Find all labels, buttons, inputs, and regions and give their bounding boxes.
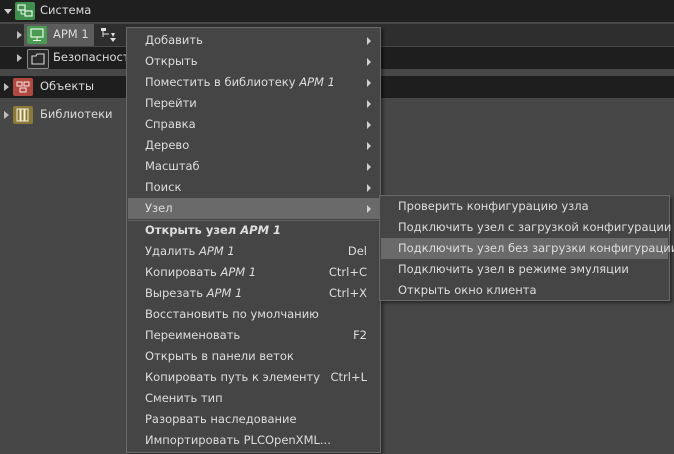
submenu-arrow-icon <box>367 163 371 171</box>
workstation-icon <box>27 26 47 44</box>
menu-item-kopirovat[interactable]: Копировать АРМ 1 Ctrl+C <box>128 262 379 283</box>
menu-item-poisk[interactable]: Поиск <box>128 177 379 198</box>
tree-label-bezopasnost: Безопасность <box>53 50 137 64</box>
menu-item-razorvat-nasledovanie[interactable]: Разорвать наследование <box>128 409 379 430</box>
menu-item-otkryt-v-paneli[interactable]: Открыть в панели веток <box>128 346 379 367</box>
submenu-item-podklyuchit-emulyatsiya[interactable]: Подключить узел в режиме эмуляции <box>381 259 668 280</box>
menu-item-pereyti[interactable]: Перейти <box>128 93 379 114</box>
submenu-item-proverit-konfiguratsiyu[interactable]: Проверить конфигурацию узла <box>381 196 668 217</box>
expand-arrow-icon[interactable] <box>4 111 9 119</box>
submenu-arrow-icon <box>367 100 371 108</box>
submenu-arrow-icon <box>367 79 371 87</box>
menu-item-dobavit[interactable]: Добавить <box>128 30 379 51</box>
expand-arrow-icon[interactable] <box>4 83 9 91</box>
menu-item-kopirovat-put[interactable]: Копировать путь к элементу Ctrl+L <box>128 367 379 388</box>
expand-arrow-icon[interactable] <box>17 54 22 62</box>
menu-item-importirovat[interactable]: Импортировать PLCOpenXML... <box>128 430 379 451</box>
menu-item-otkryt[interactable]: Открыть <box>128 51 379 72</box>
menu-item-derevo[interactable]: Дерево <box>128 135 379 156</box>
submenu-arrow-icon <box>367 142 371 150</box>
shortcut-label: Del <box>347 244 367 258</box>
menu-item-vyrezat[interactable]: Вырезать АРМ 1 Ctrl+X <box>128 283 379 304</box>
submenu-arrow-icon <box>367 184 371 192</box>
tree-item-sistema[interactable]: Система <box>0 0 674 22</box>
menu-item-pomestit-v-biblioteku[interactable]: Поместить в библиотеку АРМ 1 <box>128 72 379 93</box>
hierarchy-action-icon[interactable] <box>100 27 118 43</box>
menu-item-pereimenovat[interactable]: Переименовать F2 <box>128 325 379 346</box>
submenu-uzel: Проверить конфигурацию узла Подключить у… <box>379 195 674 301</box>
objects-icon <box>13 78 33 96</box>
menu-item-udalit[interactable]: Удалить АРМ 1 Del <box>128 241 379 262</box>
shortcut-label: Ctrl+L <box>330 370 367 384</box>
submenu-arrow-icon <box>367 37 371 45</box>
shortcut-label: F2 <box>353 328 367 342</box>
submenu-item-podklyuchit-s-zagruzkoy[interactable]: Подключить узел с загрузкой конфигурации <box>381 217 671 238</box>
menu-item-smenit-tip[interactable]: Сменить тип <box>128 388 379 409</box>
expand-arrow-icon[interactable] <box>17 31 22 39</box>
network-nodes-icon <box>15 2 35 20</box>
security-folder-icon <box>27 49 49 69</box>
tree-label-arm: АРМ 1 <box>53 27 89 41</box>
menu-item-vosstanovit[interactable]: Восстановить по умолчанию <box>128 304 379 325</box>
context-menu: Добавить Открыть Поместить в библиотеку … <box>126 27 381 453</box>
shortcut-label: Ctrl+X <box>329 286 367 300</box>
tree-label-biblioteki: Библиотеки <box>40 107 113 121</box>
menu-item-otkryt-uzel[interactable]: Открыть узел АРМ 1 <box>128 220 379 241</box>
submenu-arrow-icon <box>367 205 371 213</box>
submenu-item-otkryt-okno-klienta[interactable]: Открыть окно клиента <box>381 280 668 301</box>
submenu-arrow-icon <box>367 121 371 129</box>
tree-label-obekty: Объекты <box>40 79 95 93</box>
menu-item-masshtab[interactable]: Масштаб <box>128 156 379 177</box>
tree-label-sistema: Система <box>40 3 92 17</box>
submenu-arrow-icon <box>367 58 371 66</box>
library-icon <box>13 106 33 124</box>
menu-item-spravka[interactable]: Справка <box>128 114 379 135</box>
expand-arrow-icon[interactable] <box>4 9 12 14</box>
menu-item-uzel[interactable]: Узел <box>128 198 379 219</box>
submenu-item-podklyuchit-bez-zagruzki[interactable]: Подключить узел без загрузки конфигураци… <box>381 238 674 259</box>
shortcut-label: Ctrl+C <box>328 265 367 279</box>
